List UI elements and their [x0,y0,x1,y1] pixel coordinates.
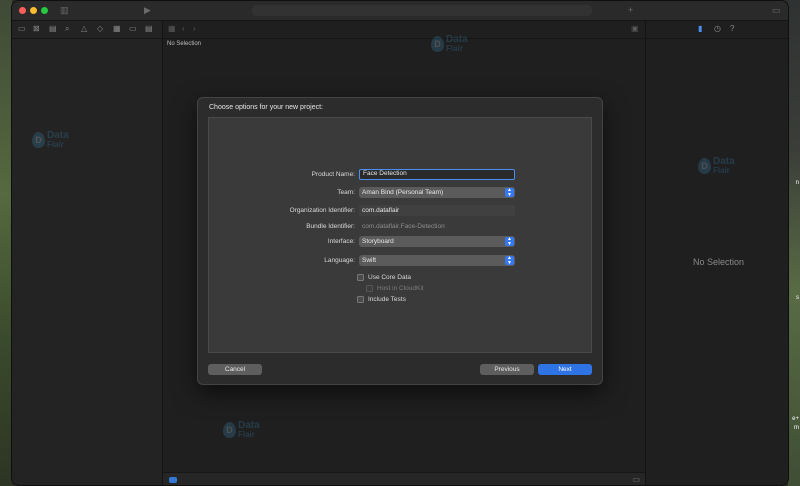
use-core-data-option[interactable]: Use Core Data [357,273,411,282]
host-in-cloudkit-label: Host in CloudKit [377,285,424,292]
desktop-text-fragment: n [795,180,799,186]
watermark-line2: Flair [238,430,255,439]
chevron-up-down-icon: ▲ ▼ [505,256,514,265]
dataflair-logo-icon: D [32,132,45,148]
desktop-text-fragment: m [794,425,799,431]
minimize-window-button[interactable] [30,7,37,14]
bundle-identifier-value: com.dataflair.Face-Detection [362,223,445,230]
interface-popup-value: Storyboard [362,238,394,245]
interface-label: Interface: [327,238,355,245]
watermark-line1: Data [47,130,69,141]
language-label: Language: [324,257,355,264]
host-in-cloudkit-checkbox [366,285,373,292]
sidebar-toggle-icon[interactable]: ▥ [60,5,69,16]
editor-no-selection-label: No Selection [167,41,202,47]
inspector-panel: ▮ ◷ ? D Data Flair No Selection [645,21,788,485]
product-name-field[interactable]: Face Detection [359,169,515,180]
inspector-tab-bar: ▮ ◷ ? [646,21,788,39]
dataflair-logo-icon: D [431,36,444,52]
split-editor-icon[interactable]: ▣ [631,24,639,34]
chevron-up-down-icon: ▲ ▼ [505,188,514,197]
product-name-row: Product Name: Face Detection [209,169,593,181]
watermark-line2: Flair [713,166,730,175]
language-popup-value: Swift [362,257,377,264]
find-icon[interactable]: ⌕ [65,24,69,34]
close-window-button[interactable] [19,7,26,14]
new-project-options-sheet: Choose options for your new project: Pro… [197,97,603,385]
interface-row: Interface: Storyboard ▲ ▼ [209,236,593,248]
window-toolbar: ▥ ▶ + ▭ [12,1,788,21]
forward-arrow-icon[interactable]: › [193,24,196,34]
related-items-icon[interactable]: ▦ [168,24,176,34]
jump-bar: ▦ ‹ › ▣ [163,21,645,39]
include-tests-checkbox[interactable] [357,296,364,303]
watermark-line1: Data [446,34,468,45]
watermark-line2: Flair [446,44,463,53]
dataflair-logo-icon: D [223,422,236,438]
team-popup[interactable]: Aman Bind (Personal Team) ▲ ▼ [359,187,515,198]
bundle-identifier-label: Bundle Identifier: [306,223,355,230]
product-name-label: Product Name: [311,171,355,178]
team-label: Team: [337,189,355,196]
use-core-data-label: Use Core Data [368,274,411,281]
dataflair-watermark: D Data Flair [223,421,260,439]
run-icon[interactable]: ▶ [144,5,151,16]
watermark-line2: Flair [47,140,64,149]
debug-bar: ▭ [163,472,645,485]
dataflair-logo-icon: D [698,158,711,174]
help-inspector-icon[interactable]: ? [730,24,734,34]
debug-icon[interactable]: ▦ [113,24,121,34]
next-button[interactable]: Next [538,364,592,375]
options-panel: Product Name: Face Detection Team: Aman … [208,117,592,353]
activity-viewer [252,5,592,16]
navigator-panel: ▭ ⊠ ▤ ⌕ △ ◇ ▦ ▭ ▤ D Data Flair [12,21,163,485]
desktop-text-fragment: s [796,295,799,301]
add-icon[interactable]: + [628,5,633,16]
use-core-data-checkbox[interactable] [357,274,364,281]
team-popup-value: Aman Bind (Personal Team) [362,189,444,196]
language-row: Language: Swift ▲ ▼ [209,255,593,267]
chevron-up-down-icon: ▲ ▼ [505,237,514,246]
file-inspector-icon[interactable]: ▮ [698,24,702,34]
sheet-title: Choose options for your new project: [209,104,324,111]
desktop-text-fragment: e+ [792,416,799,422]
dataflair-watermark: D Data Flair [431,35,468,53]
watermark-line1: Data [238,420,260,431]
dataflair-watermark: D Data Flair [698,157,735,175]
dataflair-watermark: D Data Flair [32,131,69,149]
inspector-no-selection-label: No Selection [692,257,745,267]
inspector-toggle-icon[interactable]: ▭ [632,475,640,484]
cancel-button[interactable]: Cancel [208,364,262,375]
source-control-icon[interactable]: ⊠ [33,24,40,34]
host-in-cloudkit-option: Host in CloudKit [366,284,424,293]
previous-button[interactable]: Previous [480,364,534,375]
include-tests-option[interactable]: Include Tests [357,295,406,304]
language-popup[interactable]: Swift ▲ ▼ [359,255,515,266]
symbol-icon[interactable]: ▤ [49,24,57,34]
organization-identifier-label: Organization Identifier: [289,207,355,214]
interface-popup[interactable]: Storyboard ▲ ▼ [359,236,515,247]
back-arrow-icon[interactable]: ‹ [182,24,185,34]
navigator-tab-bar: ▭ ⊠ ▤ ⌕ △ ◇ ▦ ▭ ▤ [12,21,162,39]
library-icon[interactable]: ▭ [772,5,781,16]
issue-icon[interactable]: △ [81,24,87,34]
breakpoint-icon[interactable]: ▭ [129,24,137,34]
report-icon[interactable]: ▤ [145,24,153,34]
folder-icon[interactable]: ▭ [18,24,26,34]
debug-area-toggle-icon[interactable] [169,477,177,483]
organization-identifier-row: Organization Identifier: com.dataflair [209,205,593,217]
test-icon[interactable]: ◇ [97,24,103,34]
organization-identifier-field[interactable]: com.dataflair [359,205,515,216]
bundle-identifier-row: Bundle Identifier: com.dataflair.Face-De… [209,221,593,233]
zoom-window-button[interactable] [41,7,48,14]
team-row: Team: Aman Bind (Personal Team) ▲ ▼ [209,187,593,199]
include-tests-label: Include Tests [368,296,406,303]
desktop-wallpaper-right: n s e+ m [788,0,800,486]
watermark-line1: Data [713,156,735,167]
history-inspector-icon[interactable]: ◷ [714,24,721,34]
